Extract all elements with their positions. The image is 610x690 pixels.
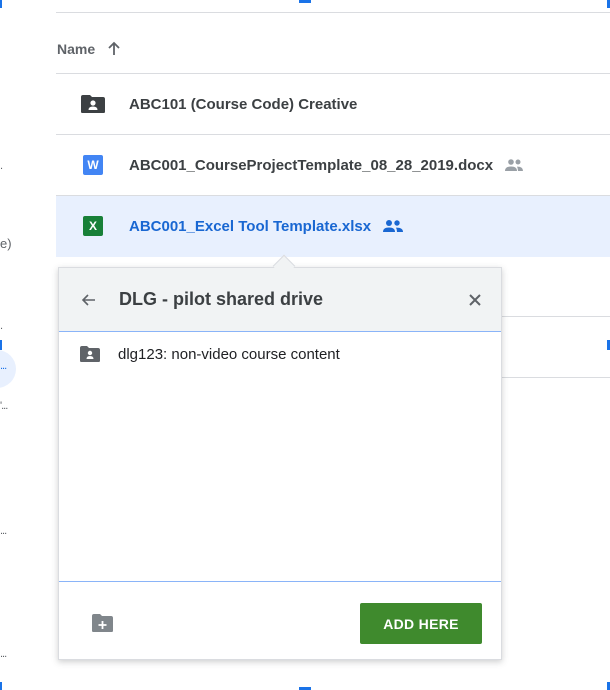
file-row[interactable]: W ABC001_CourseProjectTemplate_08_28_201…	[56, 135, 610, 196]
back-arrow-icon[interactable]	[79, 290, 99, 310]
arrow-up-icon[interactable]	[105, 40, 123, 58]
file-name[interactable]: ABC001_CourseProjectTemplate_08_28_2019.…	[129, 157, 493, 174]
sidebar-ellipsis: ...	[0, 525, 7, 537]
shared-people-icon	[504, 158, 524, 172]
word-doc-icon: W	[80, 154, 106, 176]
add-here-button[interactable]: ADD HERE	[360, 603, 482, 644]
word-badge: W	[83, 155, 103, 175]
file-name[interactable]: ABC001_Excel Tool Template.xlsx	[129, 218, 371, 235]
row-divider	[500, 377, 610, 378]
dialog-footer-divider	[59, 581, 501, 582]
shared-people-icon	[382, 219, 404, 233]
file-name[interactable]: ABC101 (Course Code) Creative	[129, 96, 357, 113]
shared-drive-folder-icon	[79, 345, 101, 363]
new-folder-icon[interactable]	[91, 612, 115, 634]
selection-marker	[0, 682, 2, 690]
selection-marker	[299, 0, 311, 3]
sidebar-ellipsis: .	[0, 160, 3, 172]
dialog-header: DLG - pilot shared drive	[59, 268, 501, 332]
folder-name[interactable]: dlg123: non-video course content	[118, 346, 340, 363]
row-divider	[500, 316, 610, 317]
sidebar-ellipsis: ...	[0, 648, 7, 660]
file-row-selected[interactable]: X ABC001_Excel Tool Template.xlsx	[56, 196, 610, 257]
folder-list-item[interactable]: dlg123: non-video course content	[59, 342, 501, 366]
selection-marker	[0, 0, 2, 8]
move-dialog: DLG - pilot shared drive dlg123: non-vid…	[58, 267, 502, 660]
list-top-divider	[56, 12, 610, 13]
sidebar-item-fragment[interactable]: e)	[0, 236, 12, 251]
sidebar-ellipsis: ...	[0, 360, 7, 372]
file-row[interactable]: ABC101 (Course Code) Creative	[56, 74, 610, 135]
list-header: Name	[56, 24, 610, 74]
excel-sheet-icon: X	[80, 215, 106, 237]
sidebar-ellipsis: .	[0, 320, 3, 332]
close-icon[interactable]	[465, 290, 485, 310]
sidebar-ellipsis: '...	[0, 400, 8, 412]
selection-marker	[0, 340, 2, 350]
dialog-title: DLG - pilot shared drive	[119, 289, 324, 309]
excel-badge: X	[83, 216, 103, 236]
shared-drive-folder-icon	[80, 93, 106, 115]
column-name-header[interactable]: Name	[57, 41, 95, 57]
